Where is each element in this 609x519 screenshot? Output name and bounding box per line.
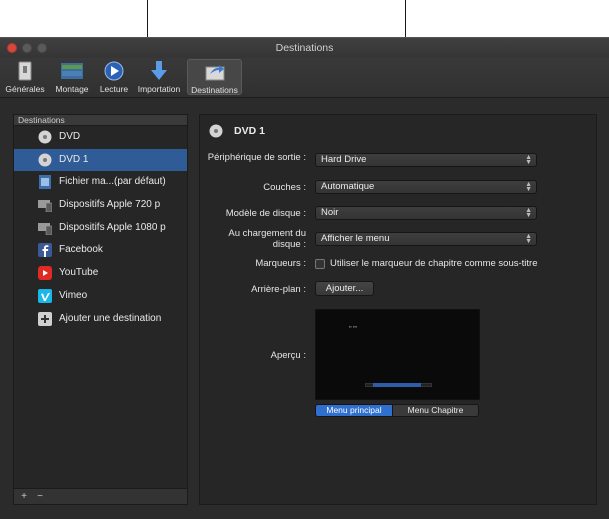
onload-value: Afficher le menu: [321, 233, 390, 244]
seg-menu-principal[interactable]: Menu principal: [316, 405, 392, 416]
preview-menu-selection: [373, 383, 421, 387]
tab-montage-label: Montage: [55, 84, 89, 94]
disc-icon: [38, 153, 52, 167]
destination-settings-panel: DVD 1 Périphérique de sortie : Hard Driv…: [199, 114, 597, 505]
sidebar-header: Destinations: [14, 115, 187, 126]
tab-importation-label: Importation: [137, 84, 181, 94]
preview-title-placeholder: ▪▪ ▪▪▪: [349, 324, 358, 329]
preferences-toolbar: Générales Montage Lecture Importation De…: [0, 58, 609, 98]
sidebar-item-label: Vimeo: [59, 289, 88, 301]
sidebar-item-apple-720p[interactable]: Dispositifs Apple 720 p: [14, 194, 187, 217]
tab-importation[interactable]: Importation: [134, 59, 184, 95]
sidebar-item-dvd[interactable]: DVD: [14, 126, 187, 149]
sidebar-item-label: Ajouter une destination: [59, 312, 162, 324]
popup-arrows-icon: ▲ ▼: [525, 233, 532, 245]
tab-generales[interactable]: Générales: [5, 59, 45, 95]
seg-menu-chapitre[interactable]: Menu Chapitre: [392, 405, 478, 416]
preview-label: Aperçu :: [270, 350, 306, 361]
sidebar-item-youtube[interactable]: YouTube: [14, 262, 187, 285]
layers-value: Automatique: [321, 181, 375, 192]
popup-arrows-icon: ▲ ▼: [525, 154, 532, 166]
onload-popup[interactable]: Afficher le menu ▲ ▼: [315, 232, 537, 246]
timeline-icon: [61, 63, 83, 79]
disc-icon: [209, 124, 223, 138]
add-destination-button[interactable]: +: [17, 491, 31, 502]
devices-icon: [38, 222, 52, 235]
template-label: Modèle de disque :: [225, 208, 306, 219]
sidebar-item-label: DVD 1: [59, 153, 89, 165]
sidebar-item-dvd-1[interactable]: DVD 1: [14, 148, 187, 172]
layers-label: Couches :: [263, 182, 306, 193]
markers-label: Marqueurs :: [255, 258, 306, 269]
preview-menu-segmented-control: Menu principal Menu Chapitre: [315, 404, 479, 417]
title-bar: Destinations: [0, 38, 609, 58]
devices-icon: [38, 200, 52, 213]
sidebar-item-apple-1080p[interactable]: Dispositifs Apple 1080 p: [14, 217, 187, 240]
tab-destinations[interactable]: Destinations: [187, 59, 242, 95]
download-arrow-icon: [151, 61, 167, 80]
output-device-value: Hard Drive: [321, 154, 367, 165]
tab-lecture-label: Lecture: [99, 84, 129, 94]
plus-icon: [38, 311, 52, 326]
sidebar-item-label: Dispositifs Apple 1080 p: [59, 221, 166, 233]
youtube-icon: [38, 266, 52, 281]
sidebar-item-label: DVD: [59, 131, 81, 142]
destinations-sidebar: Destinations DVD DVD 1 Fichier ma...(par…: [13, 114, 188, 505]
sidebar-item-label: Facebook: [59, 244, 103, 256]
facebook-icon: [38, 243, 52, 258]
popup-arrows-icon: ▲ ▼: [525, 207, 532, 219]
layers-popup[interactable]: Automatique ▲ ▼: [315, 180, 537, 194]
add-background-button[interactable]: Ajouter...: [315, 281, 374, 296]
menu-preview: ▪▪ ▪▪▪: [315, 309, 480, 400]
sidebar-item-facebook[interactable]: Facebook: [14, 239, 187, 262]
remove-destination-button[interactable]: −: [33, 491, 47, 502]
tab-generales-label: Générales: [5, 84, 45, 94]
background-label: Arrière-plan :: [251, 284, 306, 295]
popup-arrows-icon: ▲ ▼: [525, 181, 532, 193]
disc-template-value: Noir: [321, 207, 339, 218]
tab-destinations-label: Destinations: [191, 85, 238, 95]
disc-icon: [38, 130, 52, 144]
tab-montage[interactable]: Montage: [50, 59, 94, 95]
disc-template-popup[interactable]: Noir ▲ ▼: [315, 206, 537, 220]
switch-icon: [18, 61, 32, 81]
chapter-marker-checkbox-label[interactable]: Utiliser le marqueur de chapitre comme s…: [330, 258, 538, 269]
sidebar-item-label: Fichier ma...(par défaut): [59, 176, 166, 188]
window-title: Destinations: [275, 42, 334, 54]
vimeo-icon: [38, 288, 52, 303]
tab-lecture[interactable]: Lecture: [97, 59, 131, 95]
sidebar-item-vimeo[interactable]: Vimeo: [14, 285, 187, 308]
chapter-marker-checkbox[interactable]: [315, 259, 325, 269]
device-label: Périphérique de sortie :: [207, 152, 306, 163]
panel-title: DVD 1: [234, 125, 265, 137]
sidebar-item-fichier-master[interactable]: Fichier ma...(par défaut): [14, 171, 187, 194]
sidebar-item-label: YouTube: [59, 267, 99, 279]
film-file-icon: [39, 175, 51, 190]
share-icon: [205, 65, 224, 81]
play-icon: [104, 61, 124, 81]
sidebar-item-add-destination[interactable]: Ajouter une destination: [14, 308, 187, 331]
output-device-popup[interactable]: Hard Drive ▲ ▼: [315, 153, 537, 167]
onload-label: Au chargement du disque :: [228, 228, 306, 250]
sidebar-item-label: Dispositifs Apple 720 p: [59, 199, 161, 211]
sidebar-footer: + −: [14, 488, 187, 504]
